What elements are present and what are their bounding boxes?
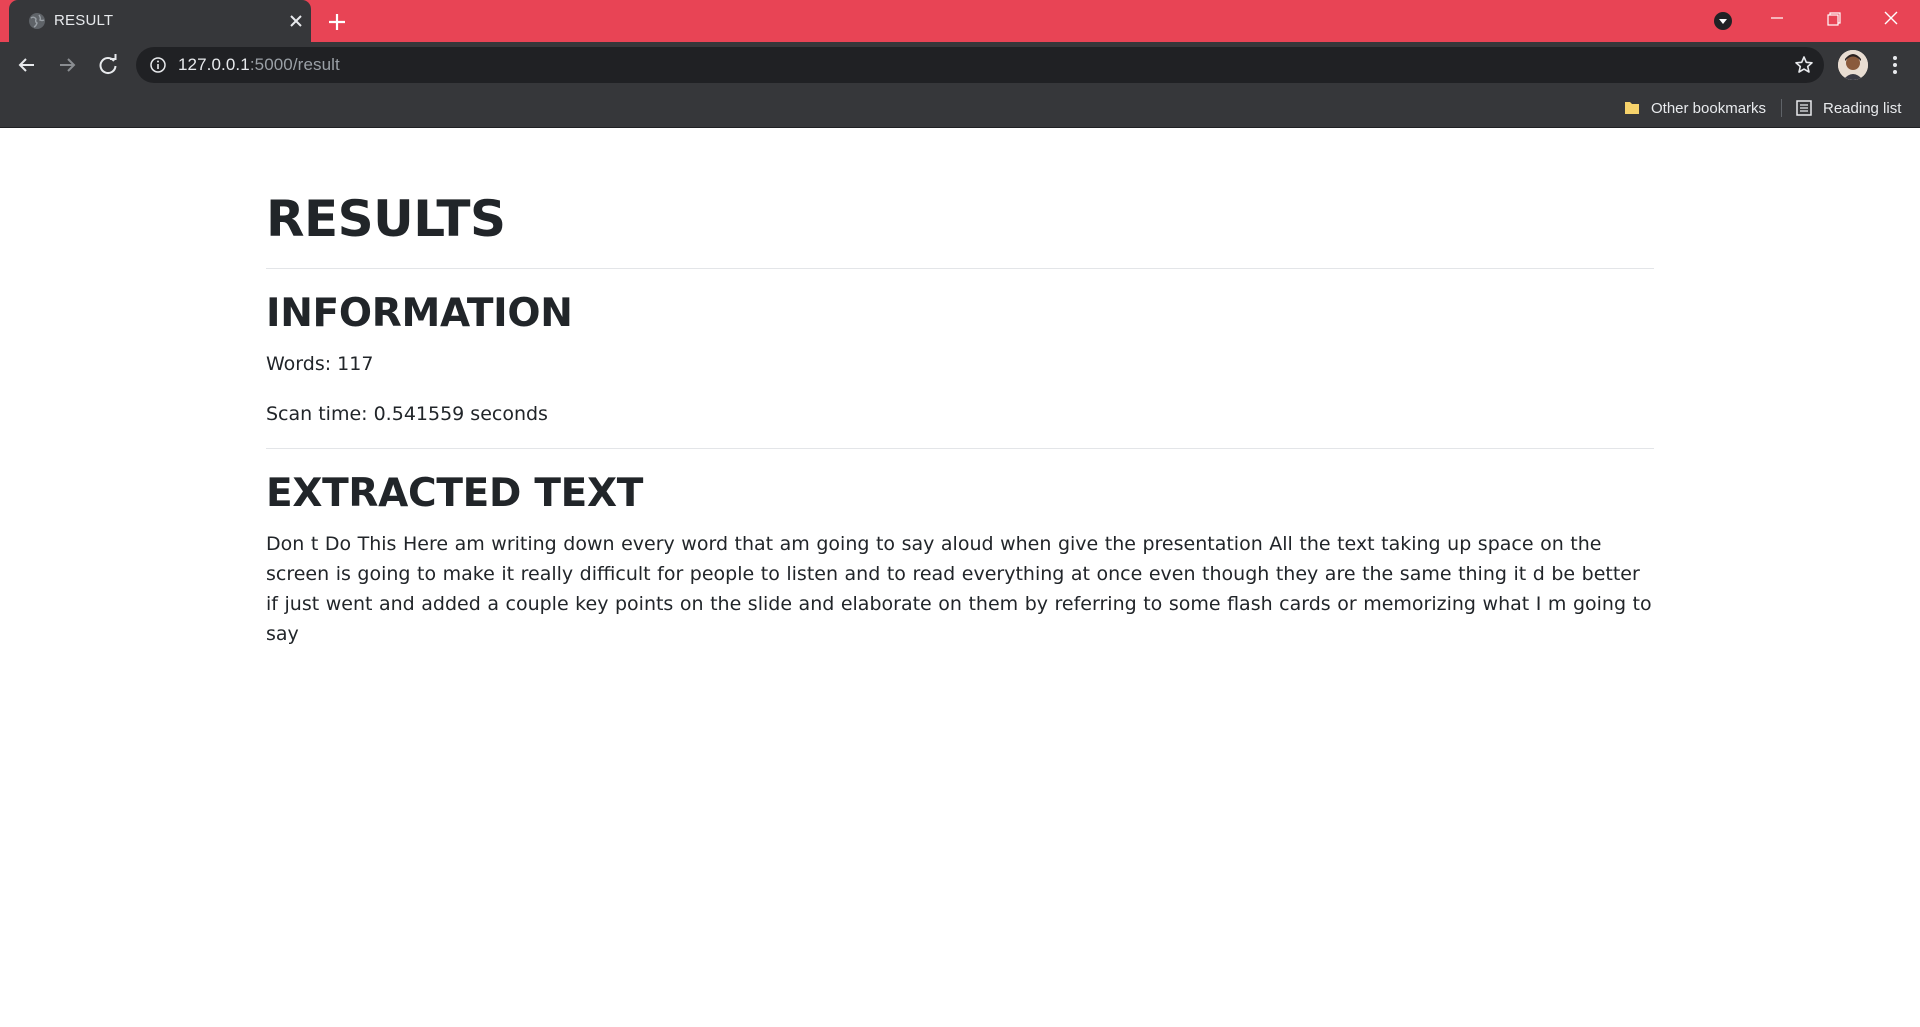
page-viewport: RESULTS INFORMATION Words: 117 Scan time… — [0, 129, 1920, 1027]
forward-arrow-icon[interactable] — [52, 50, 82, 80]
address-bar[interactable]: 127.0.0.1:5000/result — [136, 47, 1824, 83]
bookmarks-divider — [1781, 99, 1782, 117]
new-tab-plus-icon[interactable] — [326, 11, 348, 33]
restore-icon[interactable] — [1806, 0, 1862, 42]
site-info-icon[interactable] — [150, 57, 166, 73]
more-menu-icon[interactable] — [1880, 50, 1910, 80]
scan-time-text: Scan time: 0.541559 seconds — [266, 403, 548, 425]
page-title: RESULTS — [266, 190, 506, 248]
divider-middle — [266, 448, 1654, 449]
extracted-text-body: Don t Do This Here am writing down every… — [266, 533, 1652, 645]
tab-title: RESULT — [54, 12, 114, 29]
reading-list-button[interactable]: Reading list — [1795, 96, 1901, 120]
reload-icon[interactable] — [93, 50, 123, 80]
profile-picture-icon — [1838, 50, 1868, 80]
reading-list-icon — [1796, 100, 1812, 116]
other-bookmarks-button[interactable]: Other bookmarks — [1623, 96, 1766, 120]
other-bookmarks-label: Other bookmarks — [1651, 99, 1767, 117]
url-text: 127.0.0.1:5000/result — [178, 55, 340, 75]
url-path: :5000/result — [249, 55, 340, 74]
divider-top — [266, 268, 1654, 269]
extracted-text-heading: EXTRACTED TEXT — [266, 471, 644, 516]
globe-icon — [29, 13, 45, 29]
active-tab[interactable]: RESULT — [9, 0, 311, 42]
tab-strip: RESULT — [0, 0, 1920, 42]
information-heading: INFORMATION — [266, 291, 573, 336]
profile-avatar[interactable] — [1838, 50, 1868, 80]
tab-search-icon[interactable] — [1713, 11, 1733, 31]
reading-list-label: Reading list — [1823, 99, 1902, 117]
back-arrow-icon[interactable] — [12, 50, 42, 80]
toolbar: 127.0.0.1:5000/result — [0, 42, 1920, 88]
minimize-icon[interactable] — [1749, 0, 1805, 42]
bookmarks-bar: Other bookmarks Reading list — [0, 88, 1920, 128]
close-window-icon[interactable] — [1863, 0, 1919, 42]
word-count-text: Words: 117 — [266, 353, 374, 375]
url-host: 127.0.0.1 — [178, 55, 250, 74]
bookmark-star-icon[interactable] — [1794, 55, 1814, 75]
folder-icon — [1625, 102, 1639, 114]
close-tab-icon[interactable] — [288, 13, 304, 29]
